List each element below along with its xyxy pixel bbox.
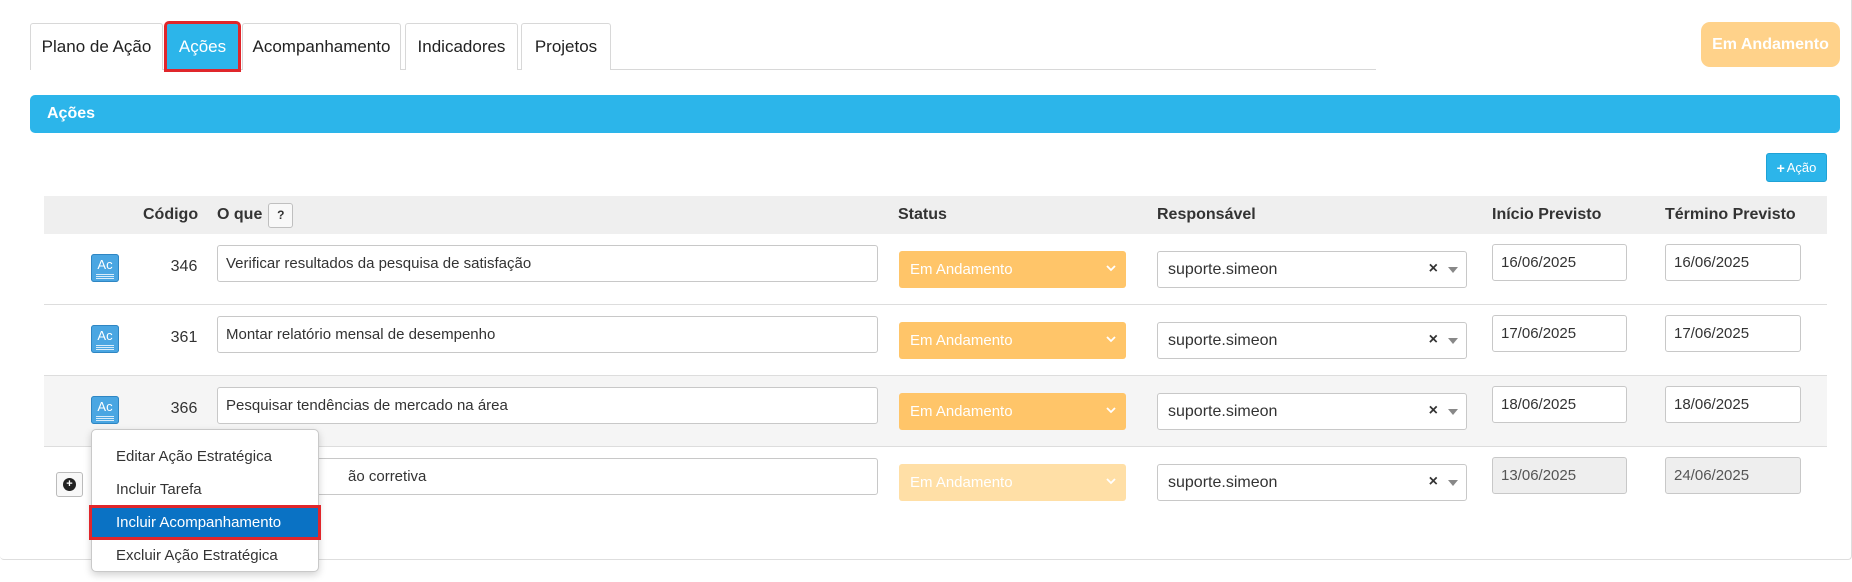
responsible-value: suporte.simeon — [1168, 260, 1278, 278]
end-date-input: 24/06/2025 — [1665, 457, 1801, 494]
status-select[interactable]: Em Andamento — [899, 393, 1126, 430]
what-input[interactable]: Montar relatório mensal de desempenho — [217, 316, 878, 353]
action-icon[interactable]: Ac — [91, 396, 119, 424]
header-inicio-previsto: Início Previsto — [1492, 206, 1602, 223]
header-termino-previsto: Término Previsto — [1665, 206, 1796, 223]
status-select[interactable]: Em Andamento — [899, 464, 1126, 501]
what-input[interactable]: Pesquisar tendências de mercado na área — [217, 387, 878, 424]
row-context-menu: Editar Ação Estratégica Incluir Tarefa I… — [89, 429, 321, 572]
row-code: 361 — [170, 329, 198, 346]
tab-acompanhamento[interactable]: Acompanhamento — [242, 23, 401, 70]
expand-row-button[interactable]: + — [56, 472, 83, 497]
action-icon[interactable]: Ac — [91, 254, 119, 282]
clear-icon[interactable]: × — [1429, 331, 1438, 349]
menu-item-editar-acao[interactable]: Editar Ação Estratégica — [92, 440, 318, 473]
add-action-label: Ação — [1786, 160, 1817, 175]
chevron-down-icon — [1106, 265, 1116, 272]
chevron-down-icon — [1106, 407, 1116, 414]
menu-item-incluir-tarefa[interactable]: Incluir Tarefa — [92, 473, 318, 506]
tab-plano-de-acao[interactable]: Plano de Ação — [30, 23, 163, 70]
what-input-text: ão corretiva — [348, 468, 427, 485]
caret-down-icon[interactable] — [1448, 338, 1458, 344]
action-icon-text: Ac — [97, 399, 113, 414]
header-o-que-label: O que — [217, 206, 263, 223]
table-row: Ac 346 Verificar resultados da pesquisa … — [44, 234, 1827, 305]
end-date-input[interactable]: 17/06/2025 — [1665, 315, 1801, 352]
responsible-select[interactable]: suporte.simeon × — [1157, 464, 1467, 501]
end-date-input[interactable]: 16/06/2025 — [1665, 244, 1801, 281]
action-icon-text: Ac — [97, 257, 113, 272]
status-select-value: Em Andamento — [910, 474, 1013, 491]
table-header: Código O que ? Status Responsável Início… — [44, 196, 1827, 234]
status-select-value: Em Andamento — [910, 261, 1013, 278]
what-input[interactable]: Verificar resultados da pesquisa de sati… — [217, 245, 878, 282]
help-button[interactable]: ? — [268, 202, 294, 228]
start-date-input: 13/06/2025 — [1492, 457, 1627, 494]
header-o-que: O que ? — [217, 196, 294, 234]
end-date-input[interactable]: 18/06/2025 — [1665, 386, 1801, 423]
header-responsavel: Responsável — [1157, 206, 1256, 223]
status-select-value: Em Andamento — [910, 332, 1013, 349]
table-row: Ac 361 Montar relatório mensal de desemp… — [44, 305, 1827, 376]
status-select[interactable]: Em Andamento — [899, 251, 1126, 288]
tab-acoes[interactable]: Ações — [164, 21, 241, 72]
tab-indicadores[interactable]: Indicadores — [405, 23, 518, 70]
responsible-select[interactable]: suporte.simeon × — [1157, 251, 1467, 288]
section-title: Ações — [47, 105, 96, 122]
responsible-select[interactable]: suporte.simeon × — [1157, 393, 1467, 430]
menu-item-excluir-acao[interactable]: Excluir Ação Estratégica — [92, 539, 318, 572]
plus-circle-icon: + — [63, 478, 76, 491]
menu-item-incluir-acompanhamento[interactable]: Incluir Acompanhamento — [89, 505, 321, 540]
chevron-down-icon — [1106, 478, 1116, 485]
add-action-button[interactable]: + Ação — [1766, 153, 1827, 182]
action-icon-text: Ac — [97, 328, 113, 343]
responsible-value: suporte.simeon — [1168, 402, 1278, 420]
caret-down-icon[interactable] — [1448, 267, 1458, 273]
plus-icon: + — [1776, 159, 1785, 176]
clear-icon[interactable]: × — [1429, 402, 1438, 420]
responsible-value: suporte.simeon — [1168, 331, 1278, 349]
start-date-input[interactable]: 16/06/2025 — [1492, 244, 1627, 281]
status-select-value: Em Andamento — [910, 403, 1013, 420]
start-date-input[interactable]: 17/06/2025 — [1492, 315, 1627, 352]
status-select[interactable]: Em Andamento — [899, 322, 1126, 359]
header-codigo: Código — [143, 206, 199, 223]
chevron-down-icon — [1106, 336, 1116, 343]
clear-icon[interactable]: × — [1429, 260, 1438, 278]
caret-down-icon[interactable] — [1448, 409, 1458, 415]
responsible-select[interactable]: suporte.simeon × — [1157, 322, 1467, 359]
row-code: 346 — [170, 258, 198, 275]
clear-icon[interactable]: × — [1429, 473, 1438, 491]
header-status: Status — [898, 206, 947, 223]
tab-projetos[interactable]: Projetos — [521, 23, 611, 70]
section-header-acoes: Ações — [30, 95, 1840, 133]
start-date-input[interactable]: 18/06/2025 — [1492, 386, 1627, 423]
plan-status-badge: Em Andamento — [1701, 22, 1840, 67]
row-code: 366 — [170, 400, 198, 417]
responsible-value: suporte.simeon — [1168, 473, 1278, 491]
caret-down-icon[interactable] — [1448, 480, 1458, 486]
action-icon[interactable]: Ac — [91, 325, 119, 353]
